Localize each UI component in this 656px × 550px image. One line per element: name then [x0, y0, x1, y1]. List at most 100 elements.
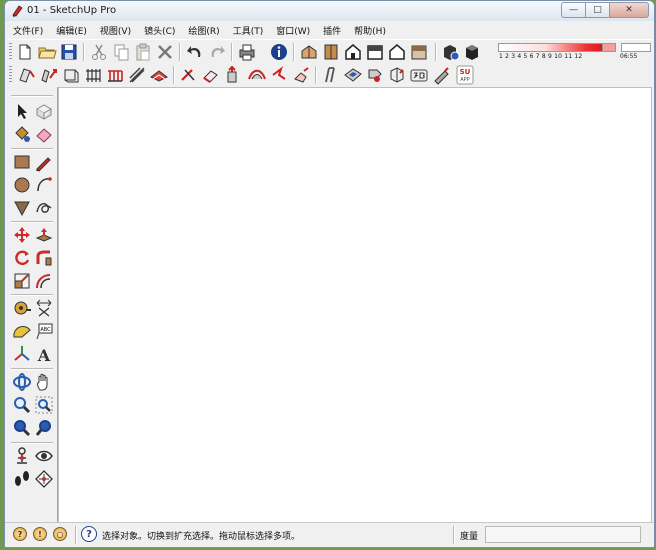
plugin-push-icon[interactable] [223, 65, 243, 85]
copy-icon[interactable] [111, 42, 131, 62]
shadow-slider-thumb[interactable] [602, 43, 616, 52]
menu-camera[interactable]: 镜头(C) [144, 24, 175, 37]
3d-text-icon[interactable]: A [34, 344, 54, 364]
shadow-month-slider[interactable] [498, 43, 616, 52]
model-info-icon[interactable] [269, 42, 289, 62]
new-file-icon[interactable] [15, 42, 35, 62]
print-icon[interactable] [237, 42, 257, 62]
plugin-eraser-icon[interactable] [201, 65, 221, 85]
palette-grip[interactable] [11, 95, 53, 97]
plugin-tag-icon[interactable] [365, 65, 385, 85]
plugin-rotate-icon[interactable] [291, 65, 311, 85]
line-pencil-icon[interactable] [34, 152, 54, 172]
shadows-icon[interactable] [441, 42, 461, 62]
close-button[interactable]: ✕ [609, 2, 649, 18]
menu-edit[interactable]: 编辑(E) [56, 24, 87, 37]
front-view-icon[interactable] [343, 42, 363, 62]
sketchup-app-icon [12, 5, 23, 17]
open-folder-icon[interactable] [37, 42, 57, 62]
arc-icon[interactable] [34, 175, 54, 195]
drawing-area[interactable] [58, 87, 652, 523]
menu-window[interactable]: 窗口(W) [276, 24, 310, 37]
plugin-3b-icon[interactable] [409, 65, 429, 85]
svg-text:APP: APP [460, 77, 469, 83]
circle-icon[interactable] [12, 175, 32, 195]
undo-icon[interactable] [185, 42, 205, 62]
zoom-icon[interactable] [12, 395, 32, 415]
title-bar[interactable]: 01 - SketchUp Pro — □ ✕ [5, 1, 654, 21]
look-around-icon[interactable] [34, 446, 54, 466]
zoom-window-icon[interactable] [34, 395, 54, 415]
polygon-icon[interactable] [12, 198, 32, 218]
follow-me-icon[interactable] [34, 248, 54, 268]
move-icon[interactable] [12, 225, 32, 245]
text-label-icon[interactable]: ABC [34, 321, 54, 341]
minimize-button[interactable]: — [561, 2, 586, 18]
tape-measure-icon[interactable] [12, 298, 32, 318]
toolbar-grip[interactable] [9, 43, 12, 61]
plugin-brush-icon[interactable] [431, 65, 451, 85]
su-app-icon[interactable]: SUAPP [455, 65, 475, 85]
freehand-icon[interactable] [34, 198, 54, 218]
top-view-icon[interactable] [321, 42, 341, 62]
plugin-stairs-icon[interactable] [127, 65, 147, 85]
walk-footprints-icon[interactable] [12, 469, 32, 489]
paint-bucket-icon[interactable] [12, 124, 32, 144]
left-view-icon[interactable] [409, 42, 429, 62]
back-view-icon[interactable] [387, 42, 407, 62]
menu-help[interactable]: 帮助(H) [354, 24, 386, 37]
delete-icon[interactable] [155, 42, 175, 62]
plugin-column-icon[interactable] [321, 65, 341, 85]
toolbar-separator [231, 43, 233, 61]
pan-hand-icon[interactable] [34, 372, 54, 392]
sign-in-icon[interactable]: ○ [53, 527, 67, 541]
make-component-icon[interactable] [34, 101, 54, 121]
scale-icon[interactable] [12, 271, 32, 291]
previous-view-icon[interactable] [34, 418, 54, 438]
plugin-rail-icon[interactable] [105, 65, 125, 85]
cut-icon[interactable] [89, 42, 109, 62]
plugins-toolbar: SU APP [7, 63, 652, 88]
menu-plugins[interactable]: 插件 [323, 24, 341, 37]
save-icon[interactable] [59, 42, 79, 62]
menu-view[interactable]: 视图(V) [100, 24, 131, 37]
plugin-extrude-icon[interactable] [387, 65, 407, 85]
redo-icon[interactable] [207, 42, 227, 62]
eraser-icon[interactable] [34, 124, 54, 144]
section-plane-icon[interactable] [34, 469, 54, 489]
menu-file[interactable]: 文件(F) [13, 24, 43, 37]
zoom-extents-icon[interactable] [12, 418, 32, 438]
plugin-fence-icon[interactable] [83, 65, 103, 85]
menu-tools[interactable]: 工具(T) [233, 24, 264, 37]
dimension-icon[interactable] [34, 298, 54, 318]
right-view-icon[interactable] [365, 42, 385, 62]
maximize-button[interactable]: □ [585, 2, 610, 18]
select-arrow-icon[interactable] [12, 101, 32, 121]
axes-icon[interactable] [12, 344, 32, 364]
geo-location-icon[interactable]: ? [13, 527, 27, 541]
iso-view-icon[interactable] [299, 42, 319, 62]
credits-icon[interactable]: ! [33, 527, 47, 541]
plugin-line-icon[interactable] [179, 65, 199, 85]
shadow-time-slider[interactable] [621, 43, 651, 52]
help-question-icon[interactable]: ? [81, 526, 97, 542]
shadow-settings-icon[interactable] [463, 42, 483, 62]
plugin-move-icon[interactable] [39, 65, 59, 85]
position-camera-icon[interactable] [12, 446, 32, 466]
plugin-roof-icon[interactable] [149, 65, 169, 85]
plugin-wall-icon[interactable] [17, 65, 37, 85]
plugin-pointer-icon[interactable] [269, 65, 289, 85]
offset-icon[interactable] [34, 271, 54, 291]
plugin-arc-icon[interactable] [247, 65, 267, 85]
push-pull-icon[interactable] [34, 225, 54, 245]
plugin-slab-icon[interactable] [343, 65, 363, 85]
menu-draw[interactable]: 绘图(R) [188, 24, 219, 37]
measurements-input[interactable] [485, 526, 641, 543]
rotate-icon[interactable] [12, 248, 32, 268]
toolbar-grip[interactable] [9, 66, 12, 84]
rectangle-icon[interactable] [12, 152, 32, 172]
paste-icon[interactable] [133, 42, 153, 62]
plugin-box-icon[interactable] [61, 65, 81, 85]
protractor-icon[interactable] [12, 321, 32, 341]
orbit-icon[interactable] [12, 372, 32, 392]
